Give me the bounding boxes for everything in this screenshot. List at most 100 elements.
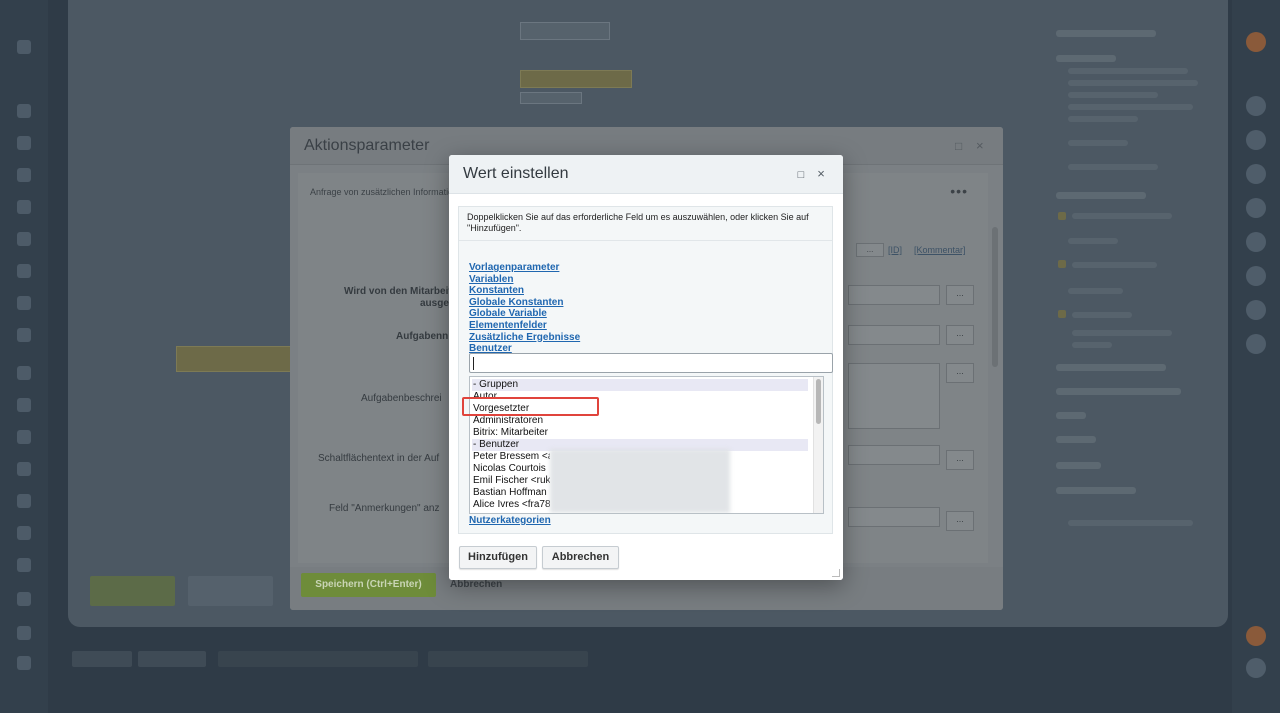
add-button[interactable]: Hinzufügen: [459, 546, 537, 569]
link-globale-variable[interactable]: Globale Variable: [469, 308, 580, 320]
comments-field-input[interactable]: [848, 507, 940, 527]
nav-icon: [17, 494, 31, 508]
set-value-dialog-header: Wert einstellen □ ×: [449, 155, 843, 194]
menu-icon: [17, 40, 31, 54]
link-elementenfelder[interactable]: Elementenfelder: [469, 320, 580, 332]
panel-icon: [1246, 658, 1266, 678]
user-search-input[interactable]: [469, 353, 833, 373]
list-option-bitrix-mitarbeiter[interactable]: Bitrix: Mitarbeiter: [472, 427, 808, 439]
button-text-select-button[interactable]: ...: [946, 450, 974, 470]
panel-item: [1068, 116, 1138, 122]
nav-icon: [17, 104, 31, 118]
cancel-button[interactable]: Abbrechen: [542, 546, 619, 569]
list-option-user[interactable]: Emil Fischer <ruk: [472, 475, 550, 487]
user-select-list[interactable]: - Gruppen Autor Vorgesetzter Administrat…: [469, 376, 824, 514]
list-option-user[interactable]: Bastian Hoffman: [472, 487, 550, 499]
resize-handle[interactable]: [832, 569, 840, 577]
close-icon[interactable]: ×: [976, 138, 984, 153]
maximize-icon[interactable]: □: [955, 139, 962, 153]
task-name-select-button[interactable]: ...: [946, 325, 974, 345]
workflow-node: [520, 22, 610, 40]
panel-icon: [1246, 96, 1266, 116]
list-option-user[interactable]: Alice Ivres <fra78: [472, 499, 550, 511]
panel-item: [1068, 164, 1158, 170]
nav-icon: [17, 656, 31, 670]
list-option-user[interactable]: Nicolas Courtois: [472, 463, 550, 475]
comments-field-select-button[interactable]: ...: [946, 511, 974, 531]
link-konstanten[interactable]: Konstanten: [469, 285, 580, 297]
panel-item: [1072, 342, 1112, 348]
panel-item: [1068, 92, 1158, 98]
set-value-dialog: Wert einstellen □ × Doppelklicken Sie au…: [449, 155, 843, 580]
panel-item: [1068, 68, 1188, 74]
nav-icon: [17, 168, 31, 182]
right-sidebar: [1232, 0, 1280, 713]
maximize-icon[interactable]: □: [794, 168, 808, 182]
workflow-node: [176, 346, 294, 372]
panel-item: [1072, 330, 1172, 336]
list-scrollbar[interactable]: [813, 377, 823, 513]
panel-item: [1068, 80, 1198, 86]
save-button[interactable]: Speichern (Ctrl+Enter): [301, 573, 436, 597]
panel-item: [1068, 104, 1193, 110]
responsible-select-button[interactable]: ...: [946, 285, 974, 305]
button-text-input[interactable]: [848, 445, 940, 465]
link-globale-konstanten[interactable]: Globale Konstanten: [469, 297, 580, 309]
panel-icon: [1246, 198, 1266, 218]
left-sidebar: [0, 0, 48, 713]
close-icon[interactable]: ×: [814, 167, 828, 181]
list-option-vorgesetzter[interactable]: Vorgesetzter: [472, 403, 808, 415]
panel-heading: [1056, 462, 1101, 469]
footer-item: [72, 651, 132, 667]
panel-item: [1072, 262, 1157, 268]
kommentar-link[interactable]: [Kommentar]: [914, 245, 966, 255]
link-variablen[interactable]: Variablen: [469, 274, 580, 286]
list-option-gruppen[interactable]: - Gruppen: [472, 379, 808, 391]
nav-icon: [17, 328, 31, 342]
background-save-button: [90, 576, 175, 606]
field-category-links: Vorlagenparameter Variablen Konstanten G…: [469, 262, 580, 355]
link-vorlagenparameter[interactable]: Vorlagenparameter: [469, 262, 580, 274]
comments-field-label: Feld "Anmerkungen" anz: [329, 503, 440, 514]
params-dialog-title: Aktionsparameter: [304, 137, 430, 154]
nav-icon: [17, 526, 31, 540]
workflow-node: [520, 70, 632, 88]
footer-item: [138, 651, 206, 667]
panel-icon: [1246, 300, 1266, 320]
set-value-dialog-footer: Hinzufügen Abbrechen: [449, 540, 843, 580]
panel-item-icon: [1058, 212, 1066, 220]
panel-item: [1068, 140, 1128, 146]
panel-heading: [1056, 192, 1146, 199]
list-option-autor[interactable]: Autor: [472, 391, 808, 403]
panel-item: [1072, 213, 1172, 219]
params-scrollbar[interactable]: [992, 227, 998, 367]
nav-icon: [17, 200, 31, 214]
nav-icon: [17, 136, 31, 150]
params-select-button[interactable]: ...: [856, 243, 884, 257]
responsible-input[interactable]: [848, 285, 940, 305]
panel-heading: [1056, 412, 1086, 419]
panel-icon: [1246, 164, 1266, 184]
panel-item: [1068, 520, 1193, 526]
text-caret: [473, 357, 474, 370]
nav-icon: [17, 430, 31, 444]
footer-item: [428, 651, 588, 667]
link-zusaetzliche-ergebnisse[interactable]: Zusätzliche Ergebnisse: [469, 332, 580, 344]
list-option-user[interactable]: Peter Bressem <a: [472, 451, 550, 463]
task-description-label: Aufgabenbeschrei: [361, 393, 442, 404]
nav-icon: [17, 626, 31, 640]
list-option-administratoren[interactable]: Administratoren: [472, 415, 808, 427]
task-name-input[interactable]: [848, 325, 940, 345]
link-nutzerkategorien[interactable]: Nutzerkategorien: [469, 515, 551, 526]
panel-heading: [1056, 30, 1156, 37]
background-button: [188, 576, 273, 606]
panel-item-icon: [1058, 310, 1066, 318]
instruction-text: Doppelklicken Sie auf das erforderliche …: [459, 207, 832, 241]
list-scrollbar-thumb[interactable]: [816, 379, 821, 424]
task-description-textarea[interactable]: [848, 363, 940, 429]
more-icon[interactable]: •••: [950, 183, 968, 199]
panel-heading: [1056, 487, 1136, 494]
task-description-select-button[interactable]: ...: [946, 363, 974, 383]
workflow-node: [520, 92, 582, 104]
id-link[interactable]: [ID]: [888, 245, 902, 255]
